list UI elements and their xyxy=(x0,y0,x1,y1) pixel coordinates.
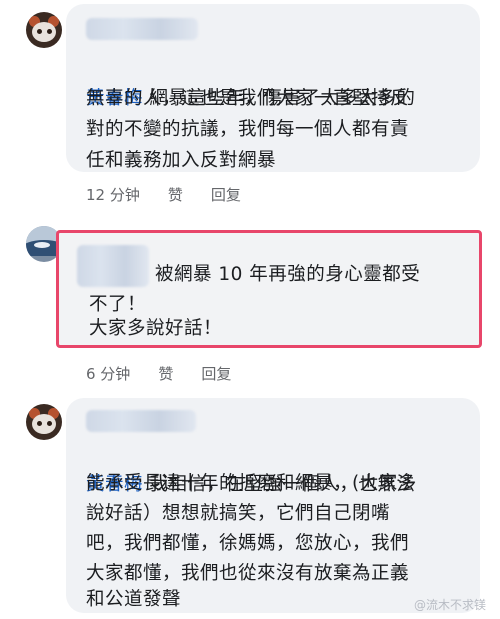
comment-bubble-3: 黃春梅 我相信，在堅強一個人，也無法 能承受長達十年的折磨和網暴，(大家多 說好… xyxy=(66,398,480,613)
comment-text-line: 大家多說好話！ xyxy=(89,318,223,339)
watermark: @流木不求镁 xyxy=(413,598,486,612)
avatar[interactable] xyxy=(26,12,62,48)
blurred-username[interactable] xyxy=(77,245,149,287)
comment-text-line: 對的不變的抗議，我們每一個人都有責 xyxy=(86,119,410,140)
comment-meta: 12 分钟 赞 回复 xyxy=(86,184,241,205)
comment-bubble-1: 黃春梅 網暴這些年，傷害了太多太多的 無辜的人，這也是我們大家一直堅持反 對的不… xyxy=(66,4,480,172)
comment-text-line: 能承受長達十年的折磨和網暴，(大家多 xyxy=(86,473,417,494)
comment-text-line: 被網暴 10 年再強的身心靈都受 xyxy=(155,264,421,285)
avatar[interactable] xyxy=(26,404,62,440)
comment-bubble-2: 被網暴 10 年再強的身心靈都受 不了！ 大家多說好話！ xyxy=(56,230,482,348)
like-button[interactable]: 赞 xyxy=(158,363,173,384)
comment-text-line: 說好話）想想就搞笑，它們自己閉嘴 xyxy=(86,503,391,524)
reply-button[interactable]: 回复 xyxy=(201,363,231,384)
comment-text-line: 和公道發聲 xyxy=(86,589,182,610)
like-button[interactable]: 赞 xyxy=(168,184,183,205)
blurred-username[interactable] xyxy=(86,18,198,40)
timestamp: 6 分钟 xyxy=(86,365,131,383)
comment-meta: 6 分钟 赞 回复 xyxy=(86,363,231,384)
timestamp: 12 分钟 xyxy=(86,186,140,204)
comment-text-line: 吧，我們都懂，徐媽媽，您放心，我們 xyxy=(86,533,410,554)
reply-button[interactable]: 回复 xyxy=(211,184,241,205)
comment-text-line: 任和義務加入反對網暴 xyxy=(86,150,277,171)
blurred-username[interactable] xyxy=(86,410,196,432)
comment-text-line: 無辜的人，這也是我們大家一直堅持反 xyxy=(86,88,410,109)
